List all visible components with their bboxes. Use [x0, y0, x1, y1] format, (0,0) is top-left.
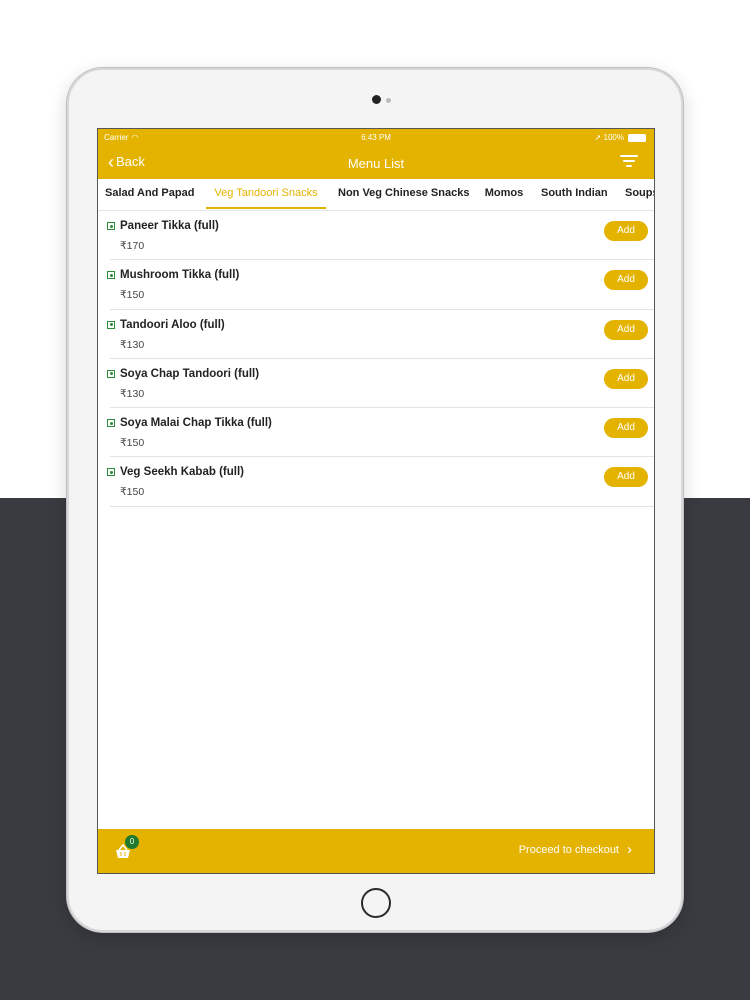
home-button[interactable]: [361, 888, 391, 918]
filter-icon[interactable]: [620, 155, 638, 169]
checkout-bar: 0 Proceed to checkout ›: [98, 829, 654, 873]
checkout-label: Proceed to checkout: [518, 844, 619, 856]
item-price: ₹150: [120, 289, 145, 302]
item-name: Soya Malai Chap Tikka (full): [120, 417, 272, 430]
add-button[interactable]: Add: [604, 467, 648, 488]
add-button[interactable]: Add: [604, 270, 648, 291]
veg-indicator-icon: [107, 419, 115, 428]
category-tabs: Salad And Papad Veg Tandoori Snacks Non …: [98, 179, 654, 211]
camera-icon: [372, 95, 381, 104]
ipad-frame: Carrier ◠ 6:43 PM ➚ 100% ‹ Back Menu List…: [67, 68, 683, 932]
tab-non-veg-chinese-snacks[interactable]: Non Veg Chinese Snacks: [338, 179, 469, 209]
item-name: Tandoori Aloo (full): [120, 318, 225, 331]
item-name: Veg Seekh Kabab (full): [120, 466, 244, 479]
list-item: Veg Seekh Kabab (full) ₹150 Add: [107, 457, 654, 507]
list-item: Tandoori Aloo (full) ₹130 Add: [107, 310, 654, 359]
list-item: Soya Chap Tandoori (full) ₹130 Add: [107, 359, 654, 409]
item-price: ₹130: [120, 338, 145, 351]
list-item: Mushroom Tikka (full) ₹150 Add: [107, 260, 654, 310]
item-price: ₹150: [120, 437, 145, 450]
veg-indicator-icon: [107, 271, 115, 280]
veg-indicator-icon: [107, 468, 115, 477]
veg-indicator-icon: [107, 320, 115, 329]
add-button[interactable]: Add: [604, 221, 648, 241]
navigation-bar: ‹ Back Menu List: [98, 147, 654, 179]
item-price: ₹150: [120, 486, 145, 499]
list-item: Soya Malai Chap Tikka (full) ₹150 Add: [107, 408, 654, 458]
tab-momos[interactable]: Momos: [484, 179, 524, 209]
item-name: Soya Chap Tandoori (full): [120, 367, 260, 380]
proceed-to-checkout-button[interactable]: Proceed to checkout ›: [518, 841, 632, 858]
page-title: Menu List: [347, 156, 405, 171]
tab-veg-tandoori-snacks[interactable]: Veg Tandoori Snacks: [206, 179, 326, 209]
item-price: ₹130: [120, 387, 145, 400]
status-time: 6:43 PM: [361, 133, 391, 142]
menu-list: Paneer Tikka (full) ₹170 Add Mushroom Ti…: [98, 211, 654, 507]
add-button[interactable]: Add: [604, 368, 648, 389]
add-button[interactable]: Add: [604, 418, 648, 439]
tab-south-indian[interactable]: South Indian: [541, 179, 608, 209]
tab-soups[interactable]: Soups: [625, 179, 654, 209]
chevron-right-icon: ›: [627, 841, 632, 858]
list-item: Paneer Tikka (full) ₹170 Add: [107, 211, 654, 261]
tab-salad-and-papad[interactable]: Salad And Papad: [105, 179, 194, 209]
veg-indicator-icon: [107, 369, 115, 378]
add-button[interactable]: Add: [604, 319, 648, 340]
sensor-dot: [386, 98, 391, 103]
app-screen: Carrier ◠ 6:43 PM ➚ 100% ‹ Back Menu List…: [97, 128, 655, 874]
battery-icon: [628, 134, 646, 142]
item-name: Mushroom Tikka (full): [120, 269, 240, 282]
item-price: ₹170: [120, 240, 145, 252]
status-bar: Carrier ◠ 6:43 PM ➚ 100%: [98, 129, 654, 147]
battery-percent: ➚ 100%: [594, 133, 624, 142]
veg-indicator-icon: [107, 222, 115, 230]
item-name: Paneer Tikka (full): [120, 220, 219, 232]
cart-count-badge: 0: [125, 835, 139, 849]
